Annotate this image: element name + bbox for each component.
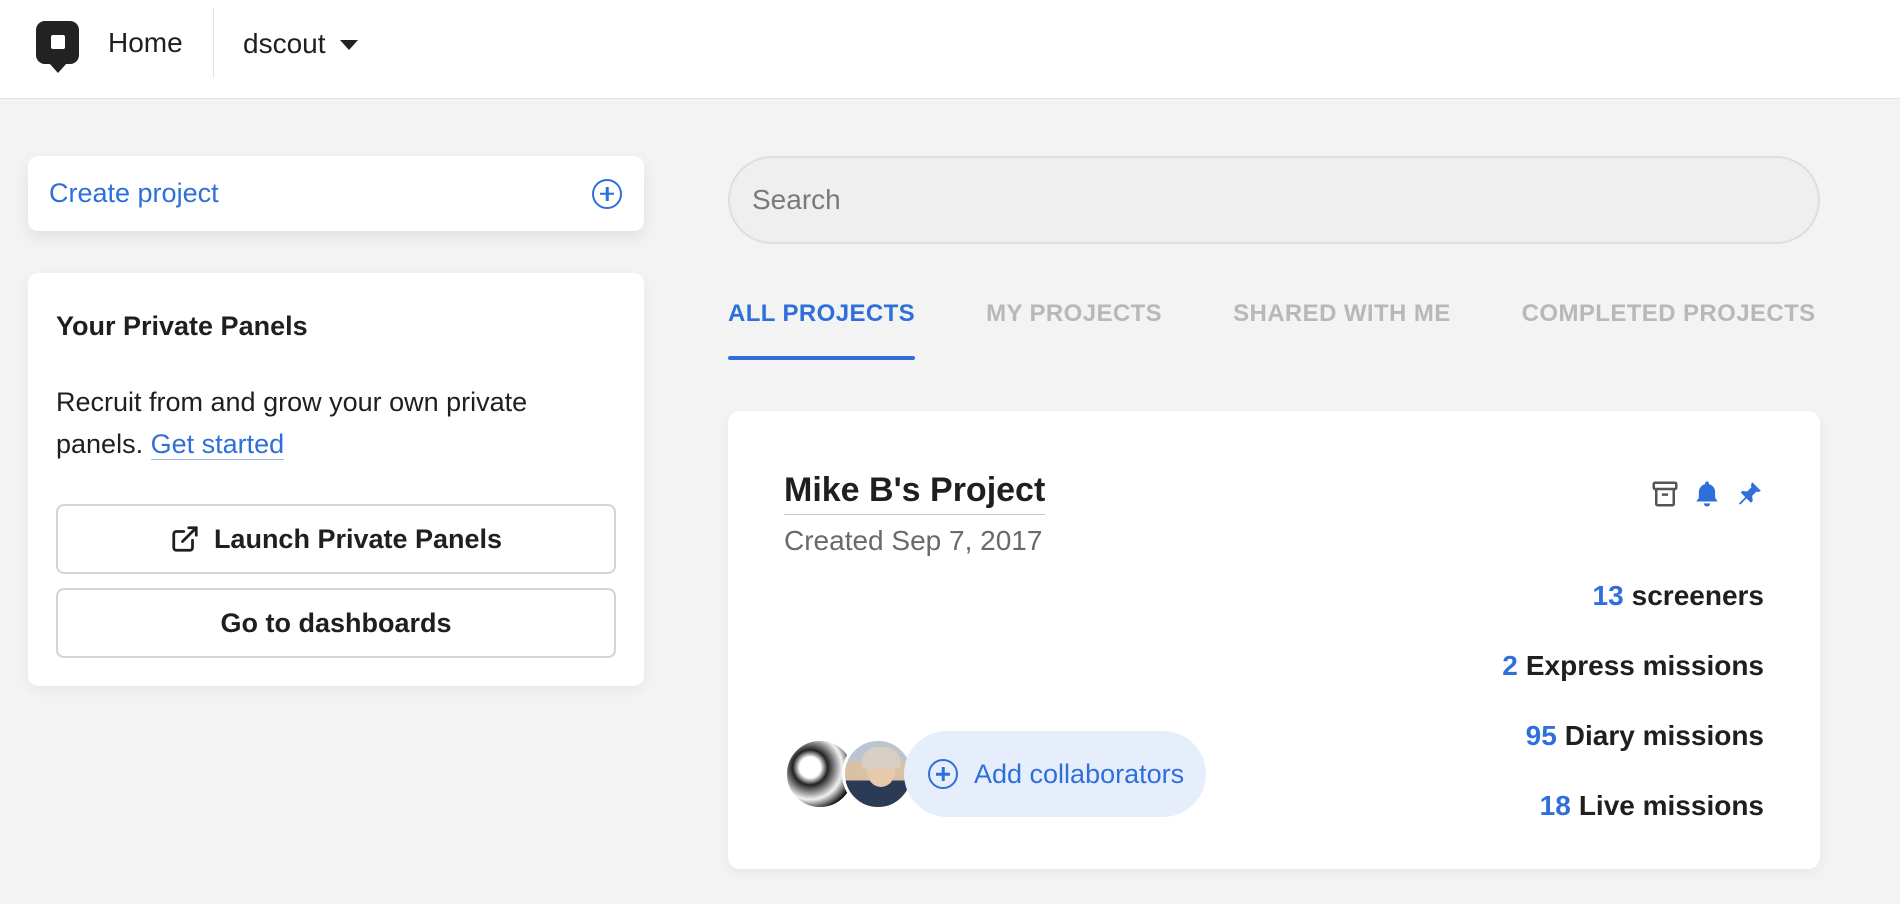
tab-all-projects[interactable]: ALL PROJECTS (728, 300, 916, 360)
nav-home-link[interactable]: Home (108, 26, 183, 60)
search-input[interactable] (752, 184, 1796, 216)
plus-circle-icon (928, 759, 958, 789)
get-started-link[interactable]: Get started (150, 429, 285, 460)
stat-label: screeners (1631, 580, 1764, 611)
top-navigation-bar: Home dscout (0, 0, 1900, 99)
project-actions (1650, 479, 1764, 514)
create-project-button[interactable]: Create project (28, 156, 644, 231)
stat-diary-missions: 95 Diary missions (1502, 701, 1764, 771)
stat-express-missions: 2 Express missions (1502, 631, 1764, 701)
add-collaborators-button[interactable]: Add collaborators (904, 731, 1207, 817)
project-tabs: ALL PROJECTS MY PROJECTS SHARED WITH ME … (728, 300, 1816, 360)
pin-icon[interactable] (1734, 479, 1764, 514)
stat-count: 13 (1592, 580, 1624, 611)
private-panels-title: Your Private Panels (56, 311, 308, 341)
stat-label: Express missions (1525, 650, 1764, 681)
archive-icon[interactable] (1650, 479, 1680, 514)
stat-count: 18 (1539, 790, 1571, 821)
project-title[interactable]: Mike B's Project (784, 471, 1046, 515)
stat-live-missions: 18 Live missions (1502, 771, 1764, 841)
project-card[interactable]: Mike B's Project Created Sep 7, 2017 13 s… (728, 411, 1820, 869)
create-project-label: Create project (49, 178, 219, 208)
project-created-date: Created Sep 7, 2017 (784, 525, 1043, 556)
org-name: dscout (243, 28, 326, 59)
org-switcher[interactable]: dscout (243, 26, 358, 62)
search-bar (728, 156, 1820, 244)
dscout-logo-icon[interactable] (36, 21, 79, 73)
tab-shared-with-me[interactable]: SHARED WITH ME (1233, 300, 1451, 360)
collaborators-row: Add collaborators (784, 731, 1207, 817)
stat-screeners: 13 screeners (1502, 561, 1765, 631)
private-panels-card: Your Private Panels Recruit from and gro… (28, 273, 644, 686)
tab-my-projects[interactable]: MY PROJECTS (986, 300, 1162, 360)
stat-label: Diary missions (1564, 720, 1764, 751)
project-stats: 13 screeners 2 Express missions 95 Diary mi… (1502, 561, 1764, 841)
stat-label: Live missions (1578, 790, 1764, 821)
launch-private-panels-label: Launch Private Panels (213, 523, 503, 554)
stat-count: 2 (1502, 650, 1518, 681)
external-link-icon (170, 524, 200, 554)
stat-count: 95 (1525, 720, 1557, 751)
go-to-dashboards-button[interactable]: Go to dashboards (56, 588, 616, 658)
private-panels-description: Recruit from and grow your own private p… (56, 381, 616, 465)
go-to-dashboards-label: Go to dashboards (220, 607, 452, 638)
nav-divider (213, 8, 214, 78)
add-collaborators-label: Add collaborators (974, 758, 1185, 789)
tab-completed-projects[interactable]: COMPLETED PROJECTS (1522, 300, 1816, 360)
launch-private-panels-button[interactable]: Launch Private Panels (56, 504, 616, 574)
caret-down-icon (339, 40, 358, 50)
bell-icon[interactable] (1692, 479, 1722, 514)
plus-circle-icon (592, 178, 622, 209)
private-panels-description-text: Recruit from and grow your own private p… (56, 387, 528, 459)
